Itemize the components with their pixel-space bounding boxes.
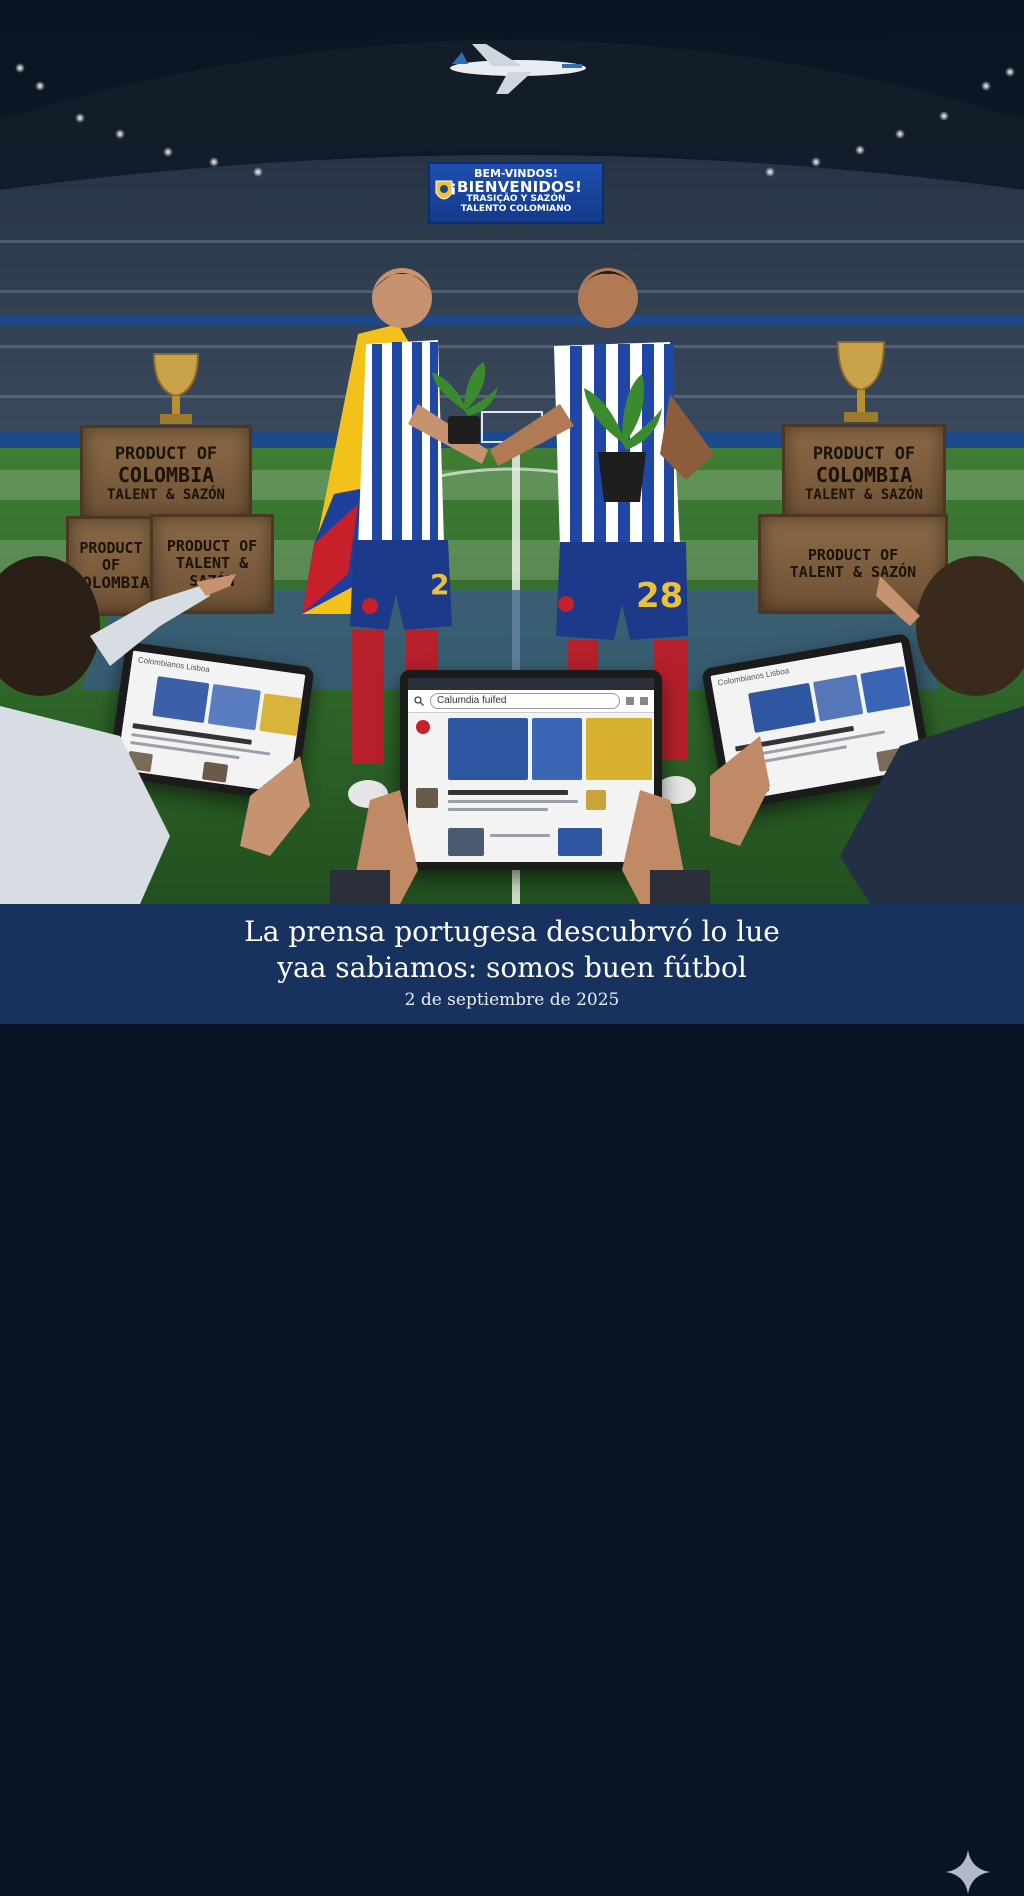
player-left-number: 2 [430, 568, 450, 601]
caption-title: La prensa portugesa descubrvó lo lue yaa… [0, 914, 1024, 986]
browser-toolbar [408, 678, 654, 690]
sparkle-icon [946, 1850, 990, 1894]
search-icon[interactable] [414, 696, 424, 706]
bookmark-icon[interactable] [640, 697, 648, 705]
crate-right-top: PRODUCT OF COLOMBIA TALENT & SAZÓN [782, 424, 946, 524]
crate-text: PRODUCT OF [812, 443, 916, 464]
crate-text: COLOMBIA [117, 463, 215, 488]
club-crest-icon [435, 180, 453, 200]
crate-text: TALENT & SAZÓN [804, 487, 923, 504]
stadium-scene: BEM-VINDOS! ¡BIENVENIDOS! TRASIÇÃO Y SAZ… [0, 0, 1024, 904]
crate-left-top: PRODUCT OF COLOMBIA TALENT & SAZÓN [80, 425, 252, 523]
journalist-right [710, 556, 1024, 904]
scoreboard-line-4: TALENTO COLOMIANO [460, 203, 572, 214]
scoreboard-line-2: ¡BIENVENIDOS! [449, 177, 583, 196]
welcome-scoreboard: BEM-VINDOS! ¡BIENVENIDOS! TRASIÇÃO Y SAZ… [428, 162, 604, 224]
crate-text: PRODUCT OF [114, 443, 218, 464]
search-input[interactable]: Calumdia fuifed [430, 693, 620, 709]
crate-text: PRODUCT OF [166, 537, 258, 556]
site-logo-icon [416, 720, 430, 734]
trophy-left-icon [152, 353, 200, 424]
caption-band: La prensa portugesa descubrvó lo lue yaa… [0, 904, 1024, 1894]
player-right-number: 28 [636, 576, 684, 616]
potted-plant-right-icon [584, 374, 662, 502]
journalist-left [0, 556, 310, 904]
journalist-center-hands [330, 790, 710, 904]
caption-title-line-1: La prensa portugesa descubrvó lo lue [244, 915, 780, 948]
caption-title-line-2: yaa sabiamos: somos buen fútbol [277, 951, 747, 984]
potted-plant-left-icon [432, 362, 498, 444]
crate-text: TALENT & SAZÓN [106, 487, 225, 504]
caption-date: 2 de septiembre de 2025 [404, 990, 620, 1010]
search-row: Calumdia fuifed [408, 690, 654, 713]
crate-text: COLOMBIA [815, 463, 913, 488]
trophy-right-icon [836, 341, 886, 422]
share-icon[interactable] [626, 697, 634, 705]
